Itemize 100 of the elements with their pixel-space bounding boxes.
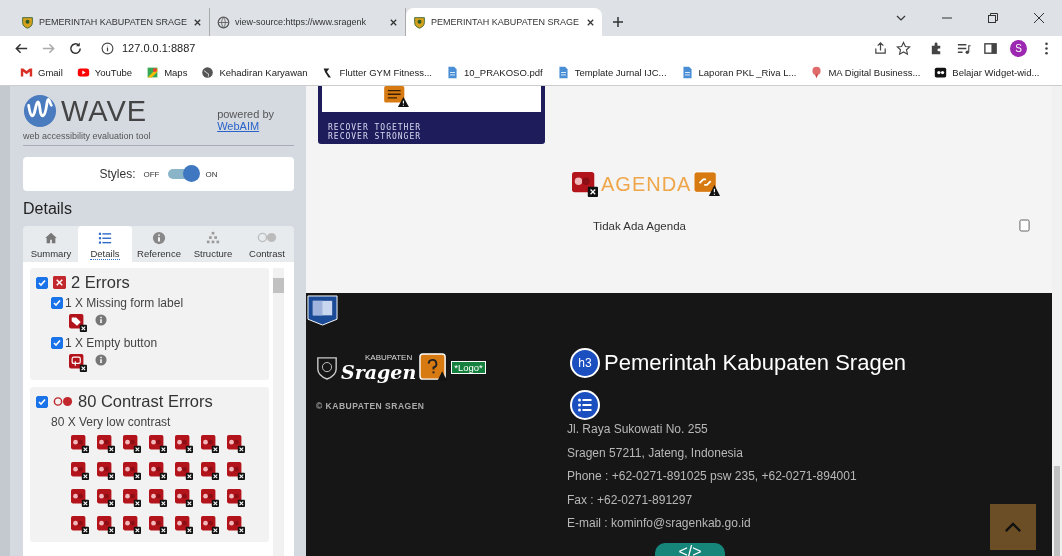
close-icon[interactable] (1033, 12, 1045, 24)
alt-text-label: *Logo* (451, 361, 486, 374)
contrast-error-icon[interactable] (201, 489, 219, 507)
webaim-link[interactable]: WebAIM (217, 120, 274, 132)
contrast-error-icon[interactable] (71, 516, 89, 534)
chevron-up-icon (1004, 521, 1022, 533)
agenda-heading: AGENDA (601, 172, 692, 196)
bookmark[interactable]: 10_PRAKOSO.pdf (446, 66, 543, 79)
tag-error-icon[interactable] (69, 314, 87, 332)
close-icon[interactable] (586, 17, 595, 27)
panel-tab[interactable]: Summary (24, 226, 78, 262)
crest-icon (316, 355, 338, 380)
star-icon[interactable] (896, 40, 911, 56)
bookmark[interactable]: YouTube (76, 66, 133, 79)
contrast-error-icon[interactable] (149, 435, 167, 453)
crest-icon (21, 15, 34, 29)
contact-text: Fax : +62-0271-891297 (567, 492, 693, 509)
contrast-error-icon[interactable] (149, 516, 167, 534)
bookmark[interactable]: Maps (146, 66, 188, 79)
scrollbar[interactable] (1052, 86, 1062, 556)
contrast-error-icon[interactable] (227, 435, 245, 453)
contrast-error-icon[interactable] (227, 516, 245, 534)
heading-level-badge[interactable]: h3 (570, 348, 600, 378)
contact-text: Sragen 57211, Jateng, Indonesia (567, 445, 743, 462)
contrast-error-icon[interactable] (201, 462, 219, 480)
contrast-error-icon[interactable] (97, 462, 115, 480)
close-icon[interactable] (389, 17, 398, 27)
contact-text: E-mail : kominfo@sragenkab.go.id (567, 516, 751, 532)
contrast-error-icon[interactable] (71, 435, 89, 453)
globe-icon (201, 66, 215, 79)
bookmark[interactable]: Gmail (20, 66, 63, 79)
contrast-error-icon[interactable] (175, 516, 193, 534)
error-icon (53, 276, 66, 289)
contrast-error-icon[interactable] (572, 171, 598, 197)
contrast-error-icon[interactable] (175, 489, 193, 507)
bookmark[interactable]: MA Digital Business... (810, 66, 921, 79)
contrast-error-icon[interactable] (175, 462, 193, 480)
panel-tab[interactable]: Details (78, 226, 132, 262)
off-label: OFF (143, 169, 160, 179)
contrast-error-icon[interactable] (201, 516, 219, 534)
tagline: web accessibility evaluation tool (23, 131, 152, 141)
contrast-error-icon[interactable] (149, 489, 167, 507)
list-icon (98, 231, 112, 245)
contrast-error-icon[interactable] (175, 435, 193, 453)
info-icon[interactable] (101, 41, 114, 55)
mail-icon (20, 66, 33, 79)
panel-tab[interactable]: Reference (132, 226, 186, 262)
group-title: 2 Errors (71, 273, 130, 292)
logo-caption: KABUPATEN (364, 353, 413, 362)
image-alert-icon[interactable] (419, 353, 449, 382)
contrast-error-icon[interactable] (123, 489, 141, 507)
checkbox[interactable] (51, 337, 63, 349)
contrast-error-icon[interactable] (227, 462, 245, 480)
bookmark[interactable]: Laporan PKL _Riva L... (680, 66, 797, 79)
broken-link-alert-icon[interactable] (694, 171, 721, 197)
footer-region-icon[interactable] (307, 295, 338, 326)
contrast-error-icon[interactable] (123, 435, 141, 453)
contrast-error-icon[interactable] (123, 516, 141, 534)
powered-by-text: powered by (217, 108, 274, 120)
side-panel-icon[interactable] (983, 40, 998, 56)
panel-tab[interactable]: Contrast (240, 226, 294, 262)
checkbox[interactable] (51, 297, 63, 309)
scrollbar[interactable] (273, 268, 284, 556)
contrast-error-icon[interactable] (227, 489, 245, 507)
contrast-error-icon[interactable] (97, 435, 115, 453)
contrast-error-icon[interactable] (97, 516, 115, 534)
globe-icon (217, 15, 230, 29)
panel-tab[interactable]: Structure (186, 226, 240, 262)
profile-avatar[interactable]: S (1010, 39, 1027, 57)
media-icon (934, 66, 948, 79)
checkbox[interactable] (36, 395, 48, 408)
contact-text: Jl. Raya Sukowati No. 255 (567, 422, 708, 438)
restore-icon[interactable] (987, 12, 999, 24)
bookmark[interactable]: Flutter GYM Fitness... (321, 66, 432, 79)
banner-text: RECOVER STRONGER (328, 132, 423, 141)
list-badge-icon[interactable] (570, 390, 600, 420)
share-icon[interactable] (873, 40, 888, 56)
bookmark[interactable]: Kehadiran Karyawan (201, 66, 308, 79)
button-error-icon[interactable] (69, 354, 87, 372)
reload-icon[interactable] (68, 40, 83, 56)
contrast-error-icon[interactable] (201, 435, 219, 453)
text-alert-icon[interactable] (383, 86, 410, 108)
close-icon[interactable] (193, 17, 202, 27)
details-heading: Details (23, 200, 73, 218)
info-icon (152, 231, 166, 245)
checkbox[interactable] (36, 276, 48, 289)
contrast-error-icon[interactable] (71, 489, 89, 507)
document-icon (556, 66, 570, 79)
hierarchy-icon (206, 231, 220, 245)
new-tab-icon[interactable] (612, 16, 624, 28)
document-icon (680, 66, 694, 79)
bookmark[interactable]: Template Jurnal IJC... (556, 66, 667, 79)
bookmark[interactable]: Belajar Widget-wid... (934, 66, 1040, 79)
contrast-error-icon[interactable] (71, 462, 89, 480)
contrast-error-icon[interactable] (149, 462, 167, 480)
browser-tab[interactable]: PEMERINTAH KABUPATEN SRAGE (406, 8, 602, 36)
wave-logo-icon (23, 94, 57, 128)
document-icon (446, 66, 459, 79)
contrast-error-icon[interactable] (97, 489, 115, 507)
contrast-error-icon[interactable] (123, 462, 141, 480)
